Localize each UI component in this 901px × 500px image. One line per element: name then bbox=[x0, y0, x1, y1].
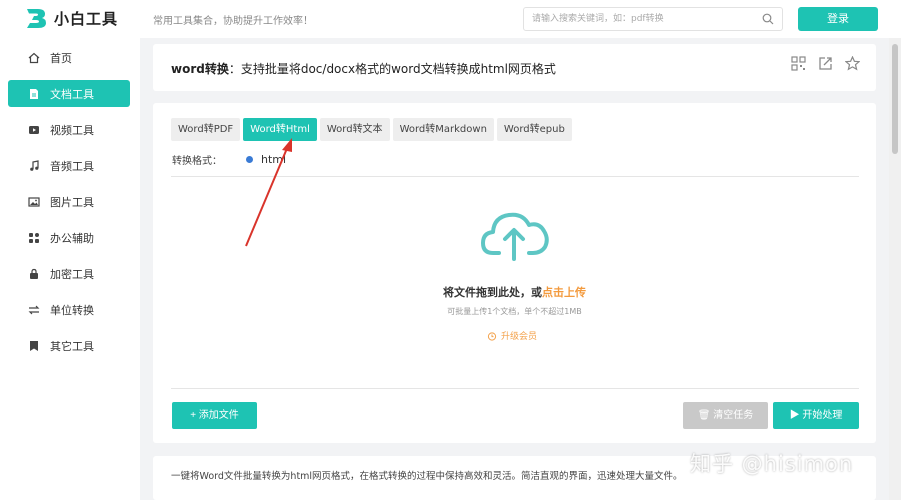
tab-word-to-text[interactable]: Word转文本 bbox=[319, 118, 390, 141]
sidebar-item-office-assist[interactable]: 办公辅助 bbox=[8, 224, 130, 251]
home-icon bbox=[28, 52, 40, 63]
clock-icon bbox=[487, 331, 497, 341]
upload-hint-text: 将文件拖到此处，或 bbox=[443, 286, 542, 299]
search-icon[interactable] bbox=[762, 13, 774, 25]
sidebar: 首页 文档工具 视频工具 音频工具 图片工具 办公辅助 加密工具 单位转换 其它… bbox=[0, 38, 140, 500]
sidebar-item-label: 加密工具 bbox=[50, 267, 94, 281]
qrcode-icon[interactable] bbox=[791, 56, 806, 71]
upgrade-label: 升级会员 bbox=[501, 332, 538, 342]
star-icon[interactable] bbox=[845, 56, 860, 71]
document-icon bbox=[30, 88, 38, 99]
login-button[interactable]: 登录 bbox=[798, 7, 878, 31]
divider bbox=[171, 388, 859, 389]
upgrade-member-link[interactable]: 升级会员 bbox=[487, 329, 537, 342]
upload-cloud-icon[interactable] bbox=[479, 207, 551, 261]
brand-name: 小白工具 bbox=[54, 9, 119, 28]
top-header: 小白工具 常用工具集合，协助提升工作效率！ 登录 bbox=[0, 0, 901, 38]
sidebar-item-image-tools[interactable]: 图片工具 bbox=[8, 188, 130, 215]
watermark: 知乎 @hisimon bbox=[690, 452, 854, 476]
bookmark-icon bbox=[30, 340, 38, 351]
page-title: word转换：支持批量将doc/docx格式的word文档转换成html网页格式 bbox=[171, 60, 556, 77]
clear-tasks-button[interactable]: 🗑 清空任务 bbox=[683, 402, 768, 429]
share-icon[interactable] bbox=[818, 56, 833, 71]
convert-icon bbox=[28, 305, 40, 314]
slogan: 常用工具集合，协助提升工作效率！ bbox=[153, 16, 313, 27]
trash-icon: 🗑 bbox=[697, 410, 714, 421]
sidebar-item-label: 文档工具 bbox=[50, 87, 94, 101]
sidebar-item-other-tools[interactable]: 其它工具 bbox=[8, 332, 130, 359]
sidebar-item-label: 视频工具 bbox=[50, 123, 94, 137]
sidebar-item-document-tools[interactable]: 文档工具 bbox=[8, 80, 130, 107]
search-input[interactable] bbox=[524, 8, 749, 30]
start-process-button[interactable]: ▶ 开始处理 bbox=[773, 402, 859, 429]
scrollbar-thumb[interactable] bbox=[892, 44, 898, 154]
image-icon bbox=[28, 196, 40, 207]
tab-word-to-markdown[interactable]: Word转Markdown bbox=[392, 118, 494, 141]
tool-title-card: word转换：支持批量将doc/docx格式的word文档转换成html网页格式 bbox=[153, 44, 876, 91]
add-file-button[interactable]: + 添加文件 bbox=[172, 402, 257, 429]
logo-mark-icon bbox=[27, 9, 46, 28]
title-actions bbox=[791, 56, 860, 71]
play-icon: ▶ bbox=[789, 410, 803, 421]
video-icon bbox=[29, 125, 39, 134]
sidebar-item-video-tools[interactable]: 视频工具 bbox=[8, 116, 130, 143]
format-label: 转换格式： bbox=[172, 156, 222, 167]
page-title-description: ：支持批量将doc/docx格式的word文档转换成html网页格式 bbox=[228, 62, 556, 76]
logo[interactable]: 小白工具 bbox=[24, 6, 118, 30]
annotation-arrow-icon bbox=[245, 138, 292, 247]
upload-limit-note: 可批量上传1个文档，单个不超过1MB bbox=[447, 307, 582, 316]
page-scrollbar[interactable] bbox=[889, 38, 901, 500]
sidebar-item-label: 其它工具 bbox=[50, 339, 94, 353]
tab-word-to-epub[interactable]: Word转epub bbox=[496, 118, 572, 141]
upload-link[interactable]: 点击上传 bbox=[542, 286, 586, 299]
sidebar-item-home[interactable]: 首页 bbox=[8, 44, 130, 71]
start-label: 开始处理 bbox=[802, 410, 843, 421]
upload-hint: 将文件拖到此处，或点击上传 bbox=[153, 284, 876, 300]
lock-icon bbox=[30, 268, 38, 279]
sidebar-item-encrypt-tools[interactable]: 加密工具 bbox=[8, 260, 130, 287]
music-icon bbox=[30, 159, 39, 171]
sidebar-item-label: 图片工具 bbox=[50, 195, 94, 209]
clear-label: 清空任务 bbox=[713, 410, 754, 421]
sidebar-item-label: 音频工具 bbox=[50, 159, 94, 173]
search-box[interactable] bbox=[523, 7, 783, 31]
page-title-tool: word转换 bbox=[171, 62, 229, 76]
sidebar-item-label: 首页 bbox=[50, 51, 72, 65]
sidebar-item-label: 办公辅助 bbox=[50, 231, 94, 245]
sidebar-item-label: 单位转换 bbox=[50, 303, 94, 317]
tool-description: 一键将Word文件批量转换为html网页格式，在格式转换的过程中保持高效和灵活。… bbox=[171, 471, 683, 482]
sidebar-item-unit-convert[interactable]: 单位转换 bbox=[8, 296, 130, 323]
office-icon bbox=[29, 232, 39, 243]
sidebar-item-audio-tools[interactable]: 音频工具 bbox=[8, 152, 130, 179]
